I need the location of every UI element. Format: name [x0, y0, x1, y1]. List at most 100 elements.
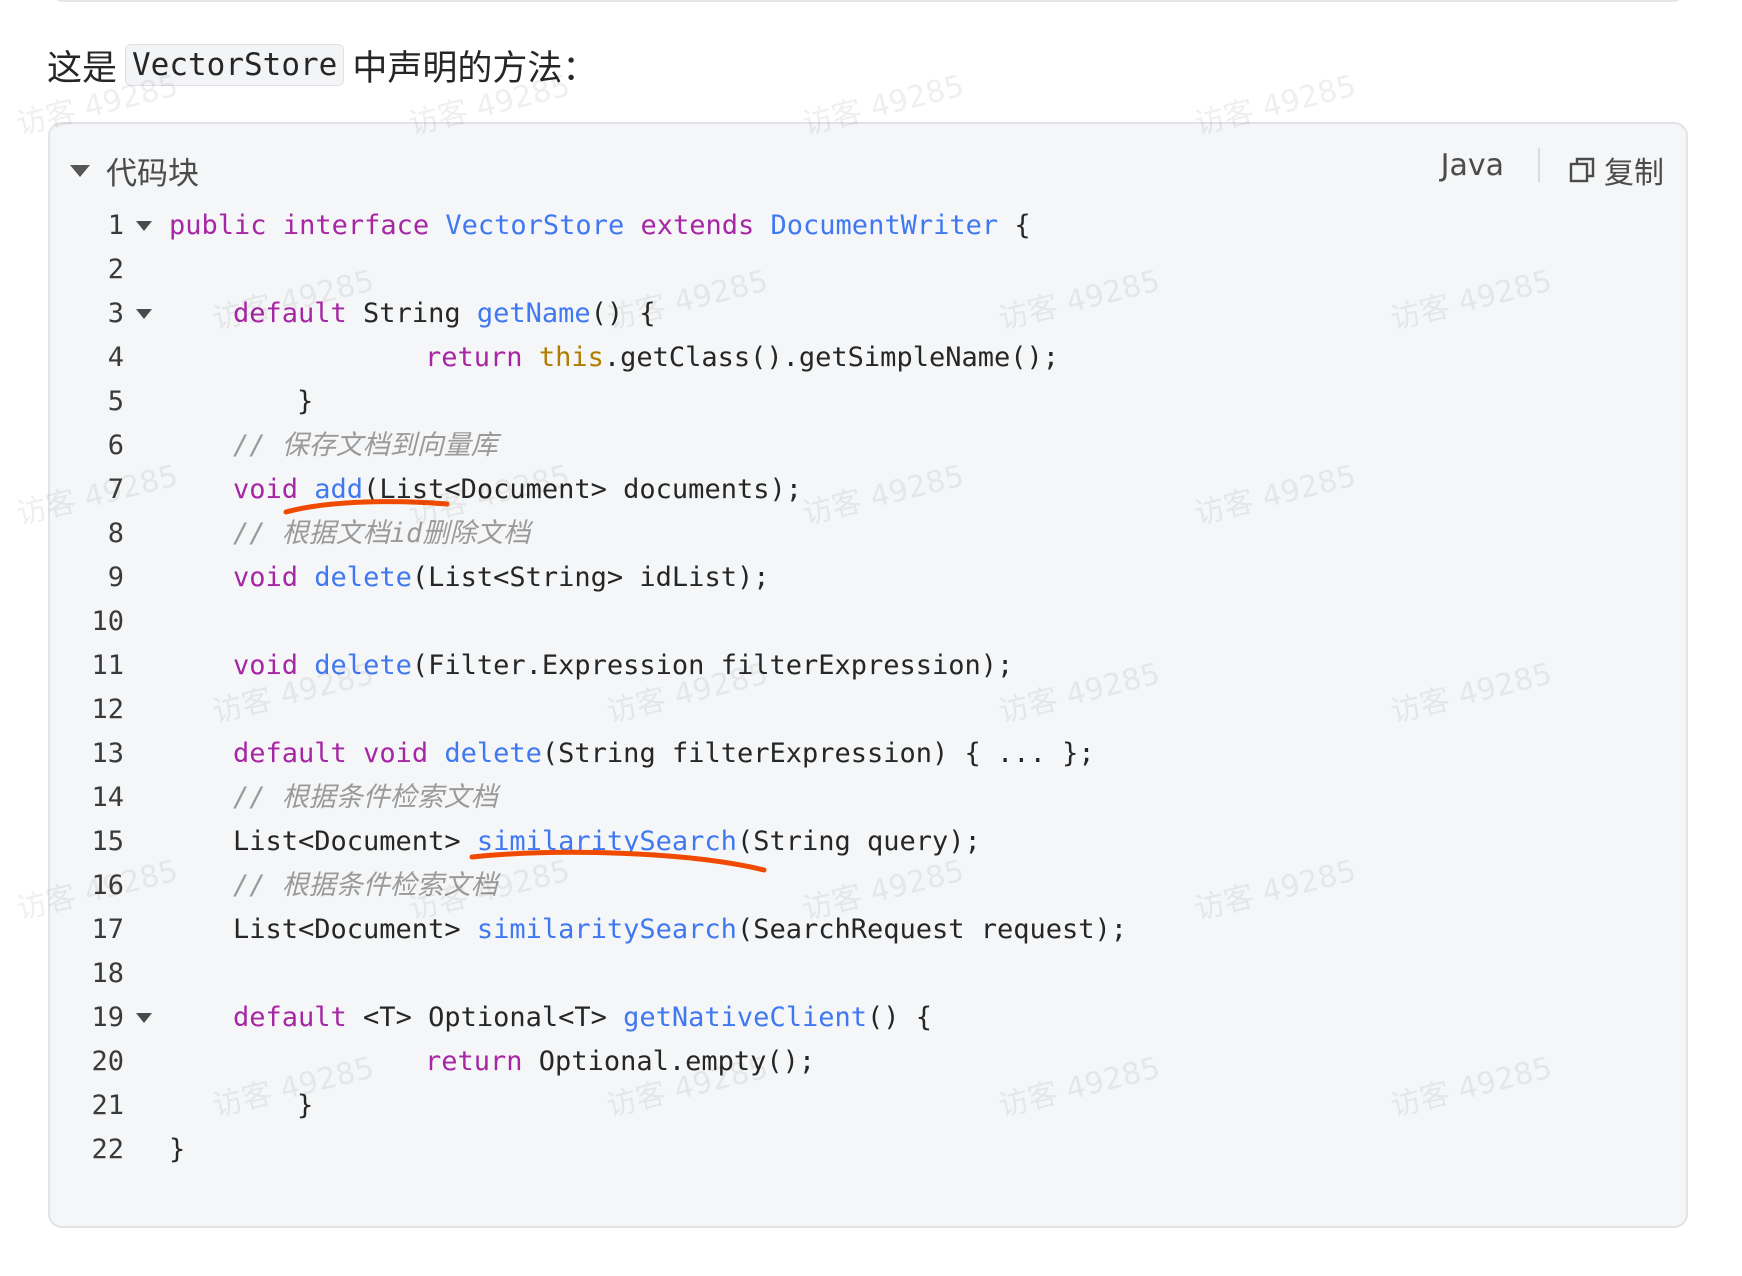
line-number: 17 [91, 914, 124, 945]
code-line: 1 public interface VectorStore extends Do… [50, 204, 1686, 248]
code-line: 21} [50, 1084, 1686, 1128]
code-line: 15 List<Document> similaritySearch(String… [50, 820, 1686, 864]
code-token: .getClass().getSimpleName(); [603, 342, 1059, 373]
code-token: (List<Document> documents); [363, 474, 802, 505]
code-token: String [346, 298, 477, 329]
code-text: public interface VectorStore extends Doc… [169, 204, 1031, 248]
caret-down-icon [70, 164, 90, 177]
code-text: default <T> Optional<T> getNativeClient(… [233, 996, 932, 1040]
code-line: 2 [50, 248, 1686, 292]
intro-text: 这是 VectorStore 中声明的方法： [47, 40, 597, 90]
code-line: 13 default void delete(String filterExpre… [50, 732, 1686, 776]
code-token: // 根据条件检索文档 [233, 782, 498, 813]
code-token: similaritySearch [476, 826, 737, 857]
copy-icon [1569, 157, 1595, 183]
line-number: 5 [107, 386, 124, 417]
code-line: 8 // 根据文档id删除文档 [50, 512, 1686, 556]
code-text: // 根据文档id删除文档 [233, 512, 530, 556]
fold-arrow-icon[interactable] [136, 1013, 152, 1023]
line-number: 2 [107, 254, 124, 285]
code-token: (String filterExpression) { ... }; [541, 738, 1095, 769]
line-number: 16 [91, 870, 124, 901]
code-token: interface [282, 210, 430, 241]
code-token: void [233, 650, 299, 681]
code-token: delete [444, 738, 542, 769]
line-number: 10 [91, 606, 124, 637]
line-number: 6 [107, 430, 124, 461]
code-token: void [233, 474, 299, 505]
line-number: 7 [107, 474, 124, 505]
line-number: 22 [91, 1134, 124, 1165]
code-token: (Filter.Expression filterExpression); [411, 650, 1014, 681]
code-text: List<Document> similaritySearch(SearchRe… [233, 908, 1127, 952]
code-text: void delete(Filter.Expression filterExpr… [233, 644, 1013, 688]
header-divider [1538, 148, 1540, 182]
code-token: default [233, 298, 347, 329]
code-text: void delete(List<String> idList); [233, 556, 769, 600]
code-token: void [233, 562, 299, 593]
code-token: return [425, 1046, 523, 1077]
code-token: // 根据条件检索文档 [233, 870, 498, 901]
code-token: delete [314, 650, 412, 681]
code-block-header: 代码块 Java 复制 [50, 124, 1686, 202]
line-number: 21 [91, 1090, 124, 1121]
code-token: List<Document> [233, 914, 477, 945]
code-line: 6 // 保存文档到向量库 [50, 424, 1686, 468]
line-number: 20 [91, 1046, 124, 1077]
code-token: { [998, 210, 1031, 241]
code-text: void add(List<Document> documents); [233, 468, 802, 512]
code-line: 9 void delete(List<String> idList); [50, 556, 1686, 600]
code-block: 代码块 Java 复制 1 public interface VectorStor… [48, 122, 1688, 1228]
code-token: getName [476, 298, 591, 329]
code-line: 19 default <T> Optional<T> getNativeClien… [50, 996, 1686, 1040]
line-number: 15 [91, 826, 124, 857]
code-token: DocumentWriter [770, 210, 999, 241]
code-line: 5} [50, 380, 1686, 424]
code-token: add [314, 474, 364, 505]
code-text: return this.getClass().getSimpleName(); [425, 336, 1059, 380]
line-number: 12 [91, 694, 124, 725]
intro-before: 这是 [47, 48, 118, 89]
code-line: 4 return this.getClass().getSimpleName(); [50, 336, 1686, 380]
code-token: () { [866, 1002, 933, 1033]
intro-after: 中声明的方法： [352, 48, 598, 89]
code-line: 3 default String getName() { [50, 292, 1686, 336]
code-token: VectorStore [445, 210, 625, 241]
language-selector[interactable]: Java [1441, 148, 1504, 183]
code-token: similaritySearch [476, 914, 737, 945]
copy-button[interactable]: 复制 [1568, 148, 1664, 192]
line-number: 18 [91, 958, 124, 989]
code-text: } [297, 380, 313, 424]
code-token: return [425, 342, 523, 373]
code-text: // 保存文档到向量库 [233, 424, 498, 468]
code-text: } [169, 1128, 185, 1172]
fold-arrow-icon[interactable] [136, 221, 152, 231]
collapse-toggle[interactable]: 代码块 [70, 148, 199, 193]
code-token: default [233, 1002, 347, 1033]
code-text: default String getName() { [233, 292, 656, 336]
code-token: (SearchRequest request); [736, 914, 1128, 945]
code-text: return Optional.empty(); [425, 1040, 815, 1084]
line-number: 19 [91, 1002, 124, 1033]
code-token: } [297, 1090, 314, 1121]
code-token: List<Document> [233, 826, 477, 857]
previous-block-edge [50, 0, 1686, 2]
code-token: () { [590, 298, 656, 329]
code-text: } [297, 1084, 313, 1128]
line-number: 9 [107, 562, 124, 593]
line-number: 14 [91, 782, 124, 813]
code-line: 17 List<Document> similaritySearch(Search… [50, 908, 1686, 952]
fold-arrow-icon[interactable] [136, 309, 152, 319]
code-line: 7 void add(List<Document> documents); [50, 468, 1686, 512]
code-token: (List<String> idList); [411, 562, 770, 593]
line-number: 4 [107, 342, 124, 373]
code-token: getNativeClient [623, 1002, 867, 1033]
code-token: Optional.empty(); [522, 1046, 816, 1077]
code-line: 18 [50, 952, 1686, 996]
code-token: // 保存文档到向量库 [233, 430, 498, 461]
